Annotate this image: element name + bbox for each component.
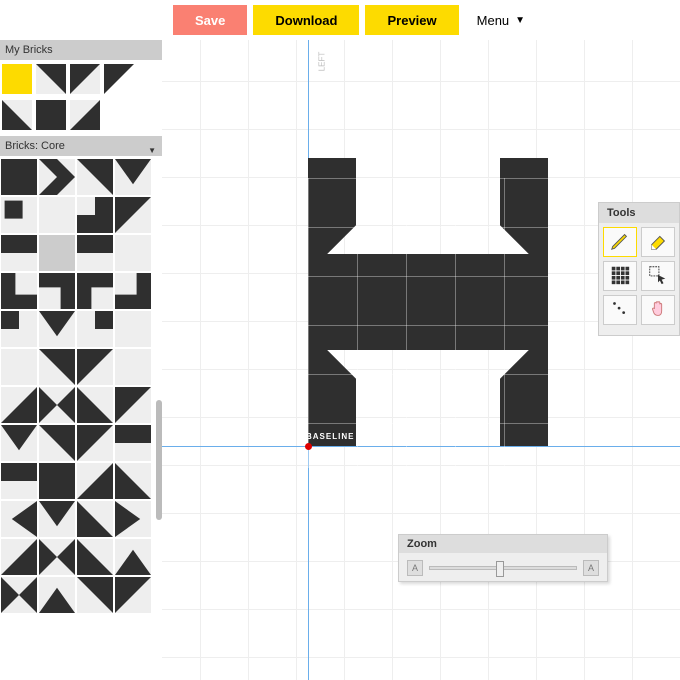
brick-item[interactable] <box>1 273 37 309</box>
save-button[interactable]: Save <box>173 5 247 35</box>
brick-item[interactable] <box>39 311 75 347</box>
pencil-icon <box>609 230 631 255</box>
tool-dots-button[interactable] <box>603 295 637 325</box>
tool-eraser-button[interactable] <box>641 227 675 257</box>
brick-item[interactable] <box>77 197 113 233</box>
top-toolbar: Save Download Preview Menu ▼ <box>0 0 680 40</box>
brick-item[interactable] <box>115 539 151 575</box>
minus-icon: A <box>412 563 418 573</box>
core-bricks-header[interactable]: Bricks: Core ▼ <box>0 136 162 156</box>
download-button[interactable]: Download <box>253 5 359 35</box>
brick-item[interactable] <box>1 235 37 271</box>
zoom-thumb[interactable] <box>496 561 504 577</box>
brick-item[interactable] <box>77 273 113 309</box>
select-icon <box>647 264 669 289</box>
brick-item[interactable] <box>77 425 113 461</box>
brick-item[interactable] <box>115 349 151 385</box>
brick-item[interactable] <box>77 159 113 195</box>
brick-item[interactable] <box>36 64 66 94</box>
brick-item[interactable] <box>1 539 37 575</box>
brick-item[interactable] <box>1 311 37 347</box>
zoom-header: Zoom <box>399 535 607 553</box>
brick-item[interactable] <box>39 501 75 537</box>
brick-item[interactable] <box>115 311 151 347</box>
brick-item[interactable] <box>104 64 134 94</box>
origin-dot <box>305 443 312 450</box>
grid-icon <box>609 264 631 289</box>
brick-item[interactable] <box>2 100 32 130</box>
tool-pencil-button[interactable] <box>603 227 637 257</box>
zoom-out-button[interactable]: A <box>407 560 423 576</box>
brick-item[interactable] <box>39 577 75 613</box>
chevron-down-icon: ▼ <box>515 15 525 26</box>
zoom-in-button[interactable]: A <box>583 560 599 576</box>
tool-select-button[interactable] <box>641 261 675 291</box>
brick-item[interactable] <box>115 235 151 271</box>
brick-item[interactable] <box>39 425 75 461</box>
glyph-overlay-grid <box>308 178 548 468</box>
tools-panel: Tools <box>598 202 680 336</box>
eraser-icon <box>647 230 669 255</box>
brick-item[interactable] <box>36 100 66 130</box>
brick-item[interactable] <box>1 197 37 233</box>
my-bricks-header[interactable]: My Bricks <box>0 40 162 60</box>
brick-item[interactable] <box>77 577 113 613</box>
pan-icon <box>647 298 669 323</box>
brick-item[interactable] <box>39 349 75 385</box>
brick-item[interactable] <box>1 463 37 499</box>
baseline-label: BASELINE <box>306 432 354 441</box>
zoom-panel[interactable]: Zoom A A <box>398 534 608 582</box>
brick-item[interactable] <box>39 463 75 499</box>
brick-item[interactable] <box>39 387 75 423</box>
sidebar: My Bricks Bricks: Core ▼ <box>0 40 162 680</box>
brick-item[interactable] <box>70 64 100 94</box>
brick-item[interactable] <box>115 463 151 499</box>
brick-item[interactable] <box>77 311 113 347</box>
brick-item[interactable] <box>77 463 113 499</box>
brick-item[interactable] <box>115 501 151 537</box>
plus-icon: A <box>588 563 594 573</box>
brick-item[interactable] <box>115 577 151 613</box>
brick-item[interactable] <box>2 64 32 94</box>
brick-item[interactable] <box>115 159 151 195</box>
brick-item[interactable] <box>1 501 37 537</box>
preview-button[interactable]: Preview <box>365 5 458 35</box>
brick-item[interactable] <box>1 349 37 385</box>
top-marker-label: LEFT <box>317 52 326 72</box>
core-bricks-panel <box>0 156 162 680</box>
brick-item[interactable] <box>115 273 151 309</box>
canvas[interactable]: LEFT BASELINE Tools Zoom A A <box>162 40 680 680</box>
brick-item[interactable] <box>39 235 75 271</box>
brick-item[interactable] <box>1 159 37 195</box>
brick-item[interactable] <box>1 387 37 423</box>
brick-item[interactable] <box>39 539 75 575</box>
menu-dropdown[interactable]: Menu ▼ <box>462 0 540 40</box>
brick-item[interactable] <box>77 539 113 575</box>
brick-item[interactable] <box>1 577 37 613</box>
brick-item[interactable] <box>115 387 151 423</box>
brick-item[interactable] <box>77 501 113 537</box>
brick-item[interactable] <box>39 197 75 233</box>
tool-grid-button[interactable] <box>603 261 637 291</box>
brick-item[interactable] <box>77 387 113 423</box>
brick-item[interactable] <box>115 425 151 461</box>
brick-item[interactable] <box>77 235 113 271</box>
tool-pan-button[interactable] <box>641 295 675 325</box>
brick-item[interactable] <box>70 100 100 130</box>
dots-icon <box>609 298 631 323</box>
tools-header: Tools <box>599 203 679 223</box>
zoom-track[interactable] <box>429 566 577 570</box>
brick-item[interactable] <box>115 197 151 233</box>
brick-item[interactable] <box>39 273 75 309</box>
brick-item[interactable] <box>77 349 113 385</box>
brick-item[interactable] <box>39 159 75 195</box>
brick-item[interactable] <box>1 425 37 461</box>
menu-label: Menu <box>477 13 510 28</box>
my-bricks-panel <box>0 60 162 136</box>
